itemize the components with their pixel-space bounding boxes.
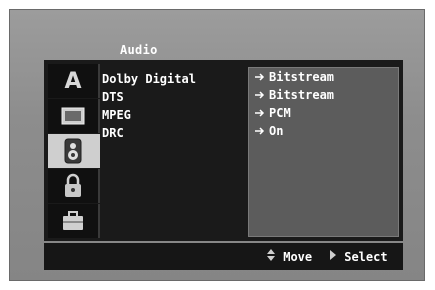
sidebar-item-audio[interactable] <box>48 134 100 168</box>
category-sidebar: A <box>44 60 100 241</box>
setting-value-row[interactable]: Bitstream <box>249 68 398 86</box>
sidebar-item-language[interactable]: A <box>48 64 100 98</box>
move-hint: Move <box>266 249 312 264</box>
setting-value-drc: On <box>269 124 284 138</box>
arrow-right-icon <box>255 68 269 86</box>
setting-label-dolby-digital[interactable]: Dolby Digital <box>102 70 196 88</box>
menu-title: Audio <box>120 43 158 57</box>
arrow-right-icon <box>255 86 269 104</box>
right-triangle-icon <box>330 250 336 260</box>
setting-value-mpeg: PCM <box>269 106 291 120</box>
sidebar-item-display[interactable] <box>48 99 100 133</box>
up-down-arrows-icon <box>267 249 275 261</box>
setting-value-dts: Bitstream <box>269 88 335 102</box>
setting-label-mpeg[interactable]: MPEG <box>102 106 196 124</box>
settings-panel: A Dolby Digital DTS MPEG DRC Bitstream B… <box>44 60 403 241</box>
briefcase-icon <box>63 211 83 230</box>
arrow-right-icon <box>255 122 269 140</box>
sidebar-item-others[interactable] <box>48 204 100 238</box>
setting-value-dolby-digital: Bitstream <box>269 70 335 84</box>
arrow-right-icon <box>255 104 269 122</box>
select-hint: Select <box>329 249 388 264</box>
lock-icon <box>65 173 81 197</box>
navigation-hint-bar: Move Select <box>44 243 403 270</box>
setting-label-dts[interactable]: DTS <box>102 88 196 106</box>
setting-values-panel: Bitstream Bitstream PCM On <box>248 67 399 237</box>
setting-value-row[interactable]: Bitstream <box>249 86 398 104</box>
select-label: Select <box>344 250 388 264</box>
setting-value-row[interactable]: On <box>249 122 398 140</box>
sidebar-item-lock[interactable] <box>48 169 100 203</box>
setting-labels: Dolby Digital DTS MPEG DRC <box>102 70 196 142</box>
move-label: Move <box>283 250 313 264</box>
setting-value-row[interactable]: PCM <box>249 104 398 122</box>
speaker-icon <box>64 138 82 164</box>
screen-icon <box>61 107 85 125</box>
setting-label-drc[interactable]: DRC <box>102 124 196 142</box>
letter-a-icon: A <box>64 68 82 94</box>
